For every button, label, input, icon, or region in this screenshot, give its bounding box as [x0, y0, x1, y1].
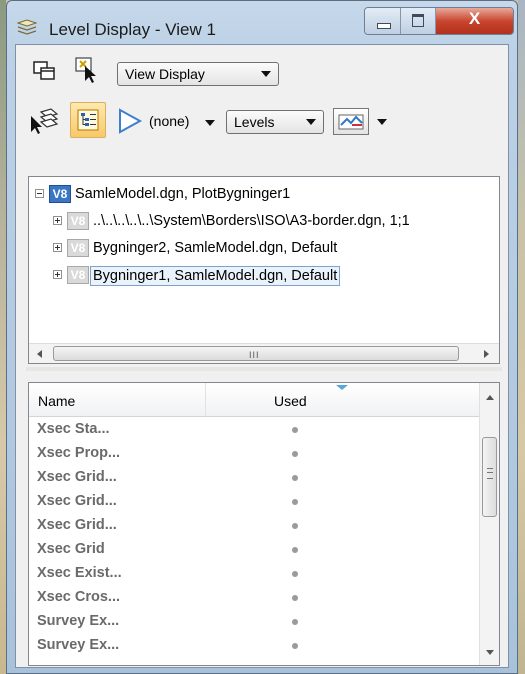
tree-child-label: ..\..\..\..\..\System\Borders\ISO\A3-bor… [93, 213, 410, 229]
scroll-down-icon[interactable] [486, 650, 494, 655]
column-header-name[interactable]: Name [38, 393, 75, 409]
tree-child-label: Bygninger2, SamleModel.dgn, Default [93, 240, 338, 256]
used-indicator-dot [292, 523, 298, 529]
level-name-cell: Xsec Grid... [37, 493, 117, 509]
window-title: Level Display - View 1 [49, 20, 216, 39]
tree-view-toggle-button[interactable] [70, 102, 106, 138]
level-name-cell: Survey Ex... [37, 613, 120, 629]
table-row[interactable]: Xsec Grid [29, 538, 479, 562]
view-display-dropdown[interactable]: View Display [117, 62, 279, 86]
levels-list-panel: Name Used Xsec Sta... Xsec Prop... Xsec … [28, 382, 500, 666]
level-name-cell: Xsec Grid [37, 541, 105, 557]
v8-badge-text: V8 [71, 241, 86, 255]
table-row[interactable]: Survey Ex... [29, 610, 479, 634]
filter-chevron-down-icon[interactable] [205, 120, 215, 126]
toolbar-row-1: View Display [16, 53, 508, 93]
column-header-used[interactable]: Used [274, 393, 307, 409]
scroll-right-icon[interactable] [484, 350, 489, 358]
filter-funnel-icon[interactable] [117, 107, 143, 135]
table-row[interactable]: Survey Ex... [29, 634, 479, 658]
select-element-icon[interactable] [72, 55, 102, 85]
display-symbology-button[interactable] [333, 108, 369, 135]
tree-horizontal-scrollbar[interactable]: III [29, 343, 499, 363]
panel-splitter[interactable] [26, 367, 502, 371]
level-name-cell: Xsec Sta... [37, 421, 110, 437]
expand-toggle-icon[interactable] [53, 270, 62, 279]
levels-vertical-scrollbar[interactable] [479, 383, 499, 665]
table-row[interactable]: Xsec Sta... [29, 418, 479, 442]
table-row[interactable]: Xsec Prop... [29, 442, 479, 466]
v8-badge-text: V8 [71, 268, 86, 282]
used-indicator-dot [292, 571, 298, 577]
vertical-scroll-thumb[interactable] [482, 437, 497, 517]
scroll-up-icon[interactable] [486, 395, 494, 400]
display-symbology-icon [338, 114, 364, 130]
level-name-cell: Xsec Prop... [37, 445, 121, 461]
levels-list-header: Name Used [29, 383, 479, 417]
table-row[interactable]: Xsec Grid... [29, 490, 479, 514]
expand-toggle-icon[interactable] [53, 243, 62, 252]
level-name-cell: Xsec Grid... [37, 469, 117, 485]
chevron-down-icon [261, 71, 271, 77]
scroll-left-icon[interactable] [37, 350, 42, 358]
used-indicator-dot [292, 619, 298, 625]
model-tree-panel: V8 SamleModel.dgn, PlotBygninger1 V8 ..\… [28, 176, 500, 364]
symbology-chevron-down-icon[interactable] [377, 119, 387, 125]
v8-file-icon: V8 [49, 185, 71, 203]
column-divider[interactable] [205, 383, 206, 416]
minimize-button[interactable] [365, 8, 401, 34]
level-name-cell: Survey Ex... [37, 637, 120, 653]
v8-file-icon: V8 [67, 266, 89, 284]
collapse-toggle-icon[interactable] [35, 189, 44, 198]
tree-root-label: SamleModel.dgn, PlotBygninger1 [75, 186, 291, 202]
levels-mode-dropdown[interactable]: Levels [226, 110, 324, 134]
chevron-down-icon [306, 119, 316, 125]
scroll-grip: III [249, 350, 260, 360]
maximize-icon [412, 14, 424, 27]
table-row[interactable]: Xsec Exist... [29, 562, 479, 586]
horizontal-scroll-thumb[interactable]: III [53, 346, 459, 361]
tree-view-toggle-icon [77, 109, 99, 131]
used-indicator-dot [292, 595, 298, 601]
used-indicator-dot [292, 547, 298, 553]
table-row[interactable]: Xsec Grid... [29, 514, 479, 538]
used-indicator-dot [292, 499, 298, 505]
used-indicator-dot [292, 475, 298, 481]
expand-toggle-icon[interactable] [53, 216, 62, 225]
toolbar-row-2: (none) Levels [16, 100, 508, 140]
v8-file-icon: V8 [67, 239, 89, 257]
level-display-window: Level Display - View 1 X View Display (n… [6, 0, 518, 674]
v8-badge-text: V8 [71, 214, 86, 228]
used-indicator-dot [292, 427, 298, 433]
used-indicator-dot [292, 643, 298, 649]
table-row[interactable]: Xsec Grid... [29, 466, 479, 490]
level-name-cell: Xsec Exist... [37, 565, 122, 581]
levels-mode-dropdown-value: Levels [234, 114, 275, 130]
dialog-client-area: View Display (none) Levels V8 SamleModel… [15, 44, 509, 668]
minimize-icon [377, 23, 391, 29]
level-name-cell: Xsec Grid... [37, 517, 117, 533]
caption-buttons: X [364, 7, 514, 35]
used-indicator-dot [292, 451, 298, 457]
tree-child-label: Bygninger1, SamleModel.dgn, Default [90, 266, 341, 286]
table-row[interactable]: Xsec Cros... [29, 586, 479, 610]
level-manager-icon[interactable] [29, 106, 59, 136]
filter-value[interactable]: (none) [149, 113, 189, 129]
views-icon[interactable] [31, 58, 61, 88]
close-icon: X [468, 9, 481, 28]
title-bar[interactable]: Level Display - View 1 X [7, 1, 517, 45]
sort-indicator-icon [336, 385, 348, 390]
level-display-app-icon [17, 19, 37, 35]
v8-file-icon: V8 [67, 212, 89, 230]
level-name-cell: Xsec Cros... [37, 589, 121, 605]
maximize-button[interactable] [401, 8, 436, 34]
close-button[interactable]: X [436, 8, 513, 34]
v8-badge-text: V8 [53, 187, 68, 201]
view-display-dropdown-value: View Display [125, 66, 205, 82]
scroll-grip-icon [487, 468, 493, 479]
desktop-background-right [518, 0, 525, 674]
